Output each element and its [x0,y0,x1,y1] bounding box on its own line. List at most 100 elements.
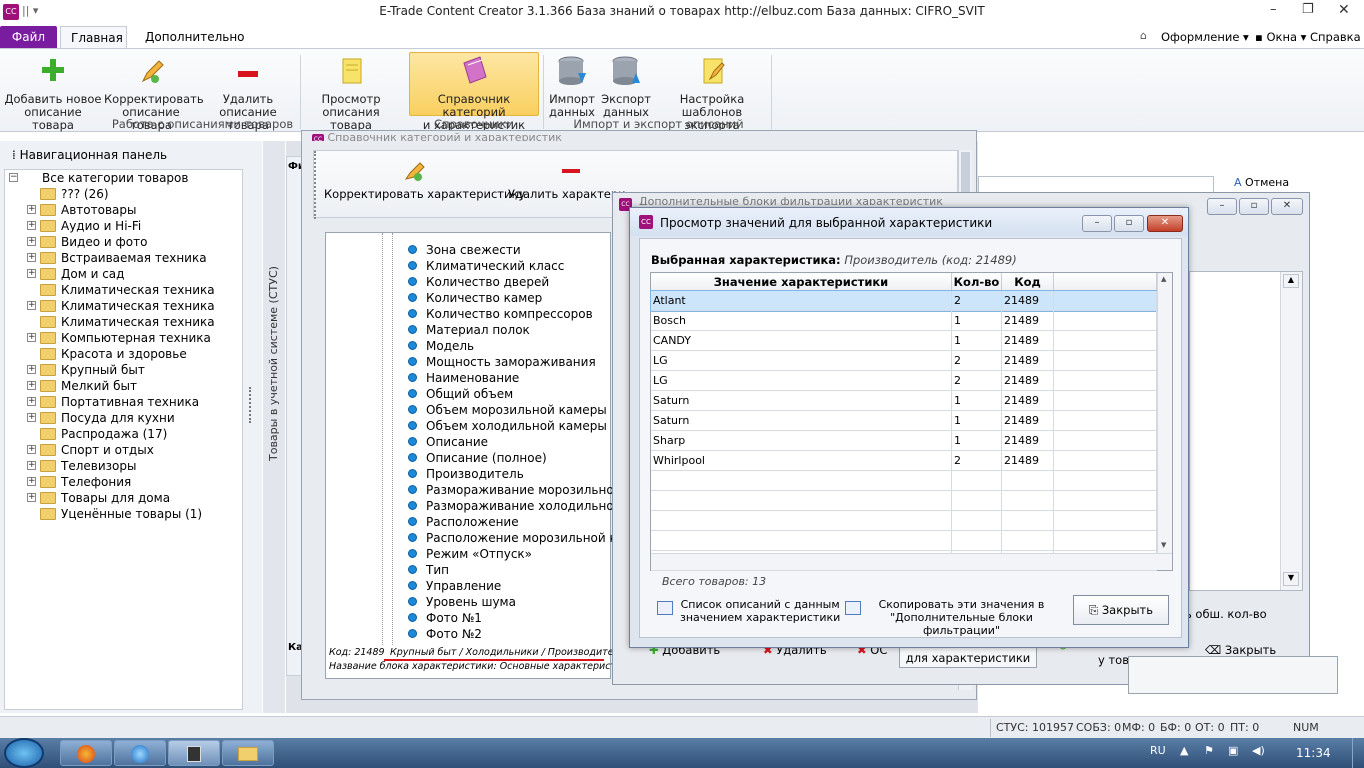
tree-item[interactable]: ??? (26) [61,186,109,202]
values-grid[interactable]: Значение характеристики Кол-во Код Atlan… [650,272,1173,571]
tree-item[interactable]: Компьютерная техника [61,330,211,346]
start-button[interactable] [4,738,44,768]
close-button[interactable]: ✕ [1147,215,1183,232]
copy-values-button[interactable]: Скопировать эти значения в "Дополнительны… [864,598,1059,637]
table-row[interactable] [651,531,1157,551]
minimize-button[interactable]: – [1270,2,1277,17]
scrollbar[interactable]: ▲ ▼ [1280,272,1302,590]
characteristics-tree[interactable]: Зона свежести Климатический класс Количест… [325,232,634,679]
characteristic-item[interactable]: Количество компрессоров [426,306,593,322]
menu-appearance[interactable]: Оформление ▾ [1151,26,1259,48]
edit-characteristic-button[interactable]: Корректировать характеристику [324,187,525,201]
characteristic-item[interactable]: Количество камер [426,290,542,306]
firefox-taskbar-button[interactable] [60,740,112,766]
import-data-button[interactable]: Импорт данных [546,53,598,119]
expand-toggle[interactable]: + [27,237,36,246]
horizontal-scrollbar[interactable] [651,553,1172,570]
table-row[interactable]: LG 2 21489 [651,351,1157,371]
table-row[interactable]: Sharp 1 21489 [651,431,1157,451]
show-desktop-button[interactable] [1352,738,1364,768]
characteristic-item[interactable]: Описание (полное) [426,450,547,466]
tree-item[interactable]: Распродажа (17) [61,426,167,442]
table-row[interactable]: LG 2 21489 [651,371,1157,391]
add-description-button[interactable]: Добавить новое описание товара [4,53,102,132]
characteristic-item[interactable]: Управление [426,578,501,594]
network-icon[interactable]: ▣ [1228,744,1238,757]
characteristic-item[interactable]: Количество дверей [426,274,549,290]
maximize-button[interactable]: ▫ [1239,198,1269,215]
expand-toggle[interactable]: + [27,269,36,278]
clock[interactable]: 11:34 [1296,746,1331,760]
tree-item[interactable]: Уценённые товары (1) [61,506,202,522]
close-button[interactable]: ✕ [1271,198,1303,215]
minimize-button[interactable]: – [1082,215,1112,232]
table-row[interactable] [651,491,1157,511]
expand-toggle[interactable]: + [27,397,36,406]
characteristic-item[interactable]: Размораживание морозильной к [426,482,633,498]
tree-item[interactable]: Мелкий быт [61,378,137,394]
table-row[interactable]: CANDY 1 21489 [651,331,1157,351]
expand-toggle[interactable]: + [27,413,36,422]
close-dialog-button[interactable]: ⎘ Закрыть [1073,595,1169,625]
scroll-down-arrow[interactable]: ▼ [1161,541,1166,549]
tab-main[interactable]: Главная [60,26,127,48]
column-header-value[interactable]: Значение характеристики [651,273,952,291]
scrollbar[interactable]: ▲ ▼ [1157,273,1172,553]
close-filter-button[interactable]: ⌫ Закрыть [1205,643,1276,657]
minimize-button[interactable]: – [1207,198,1237,215]
characteristic-item[interactable]: Режим «Отпуск» [426,546,532,562]
characteristic-item[interactable]: Расположение [426,514,519,530]
characteristic-item[interactable]: Фото №2 [426,626,482,642]
characteristic-item[interactable]: Климатический класс [426,258,564,274]
tray-arrow-icon[interactable]: ▲ [1180,744,1188,757]
tree-item[interactable]: Телевизоры [61,458,136,474]
tree-item[interactable]: Спорт и отдых [61,442,154,458]
tree-item[interactable]: Климатическая техника [61,298,215,314]
expand-toggle[interactable]: + [27,301,36,310]
characteristic-item[interactable]: Описание [426,434,488,450]
table-row[interactable]: Whirlpool 2 21489 [651,451,1157,471]
characteristic-item[interactable]: Наименование [426,370,519,386]
tree-item[interactable]: Красота и здоровье [61,346,187,362]
maximize-button[interactable]: ▫ [1114,215,1144,232]
tree-item[interactable]: Телефония [61,474,131,490]
dop-cancel-button[interactable]: A Отмена [1234,176,1289,189]
table-row[interactable]: Saturn 1 21489 [651,391,1157,411]
tree-root[interactable]: Все категории товаров [42,170,188,186]
tree-item[interactable]: Портативная техника [61,394,199,410]
tree-item[interactable]: Аудио и Hi-Fi [61,218,141,234]
scroll-up-arrow[interactable]: ▲ [1283,274,1299,288]
tree-item[interactable]: Климатическая техника [61,282,215,298]
expand-toggle[interactable]: + [27,253,36,262]
table-row[interactable] [651,511,1157,531]
characteristic-item[interactable]: Объем морозильной камеры [426,402,607,418]
characteristic-item[interactable]: Расположение морозильной кам [426,530,633,546]
menu-help[interactable]: Справка ▾ [1300,26,1364,66]
characteristic-item[interactable]: Общий объем [426,386,513,402]
collapse-icon[interactable]: ⌂ [1140,29,1147,42]
volume-icon[interactable]: ◀) [1252,744,1265,757]
expand-toggle[interactable]: + [27,445,36,454]
panel-splitter[interactable] [243,169,262,710]
characteristic-item[interactable]: Размораживание холодильной к [426,498,633,514]
expand-toggle[interactable]: + [27,205,36,214]
expand-toggle[interactable]: + [27,461,36,470]
expand-toggle[interactable]: + [27,477,36,486]
scroll-down-arrow[interactable]: ▼ [1283,572,1299,586]
tree-item[interactable]: Товары для дома [61,490,170,506]
tree-item[interactable]: Встраиваемая техника [61,250,207,266]
characteristic-item[interactable]: Объем холодильной камеры [426,418,607,434]
descriptions-list-button[interactable]: Список описаний с данным значением характ… [680,598,840,624]
table-row[interactable]: Bosch 1 21489 [651,311,1157,331]
splitter-grip[interactable] [249,387,255,423]
restore-button[interactable]: ❐ [1302,2,1314,17]
tree-item[interactable]: Посуда для кухни [61,410,175,426]
tree-item[interactable]: Дом и сад [61,266,124,282]
export-data-button[interactable]: Экспорт данных [600,53,652,119]
characteristic-item[interactable]: Модель [426,338,474,354]
tree-item[interactable]: Крупный быт [61,362,145,378]
collapse-toggle[interactable]: − [9,173,18,182]
tab-extra[interactable]: Дополнительно [135,26,255,48]
calculator-taskbar-button[interactable] [168,740,220,766]
view-description-button[interactable]: Просмотр описания товара [303,53,399,132]
